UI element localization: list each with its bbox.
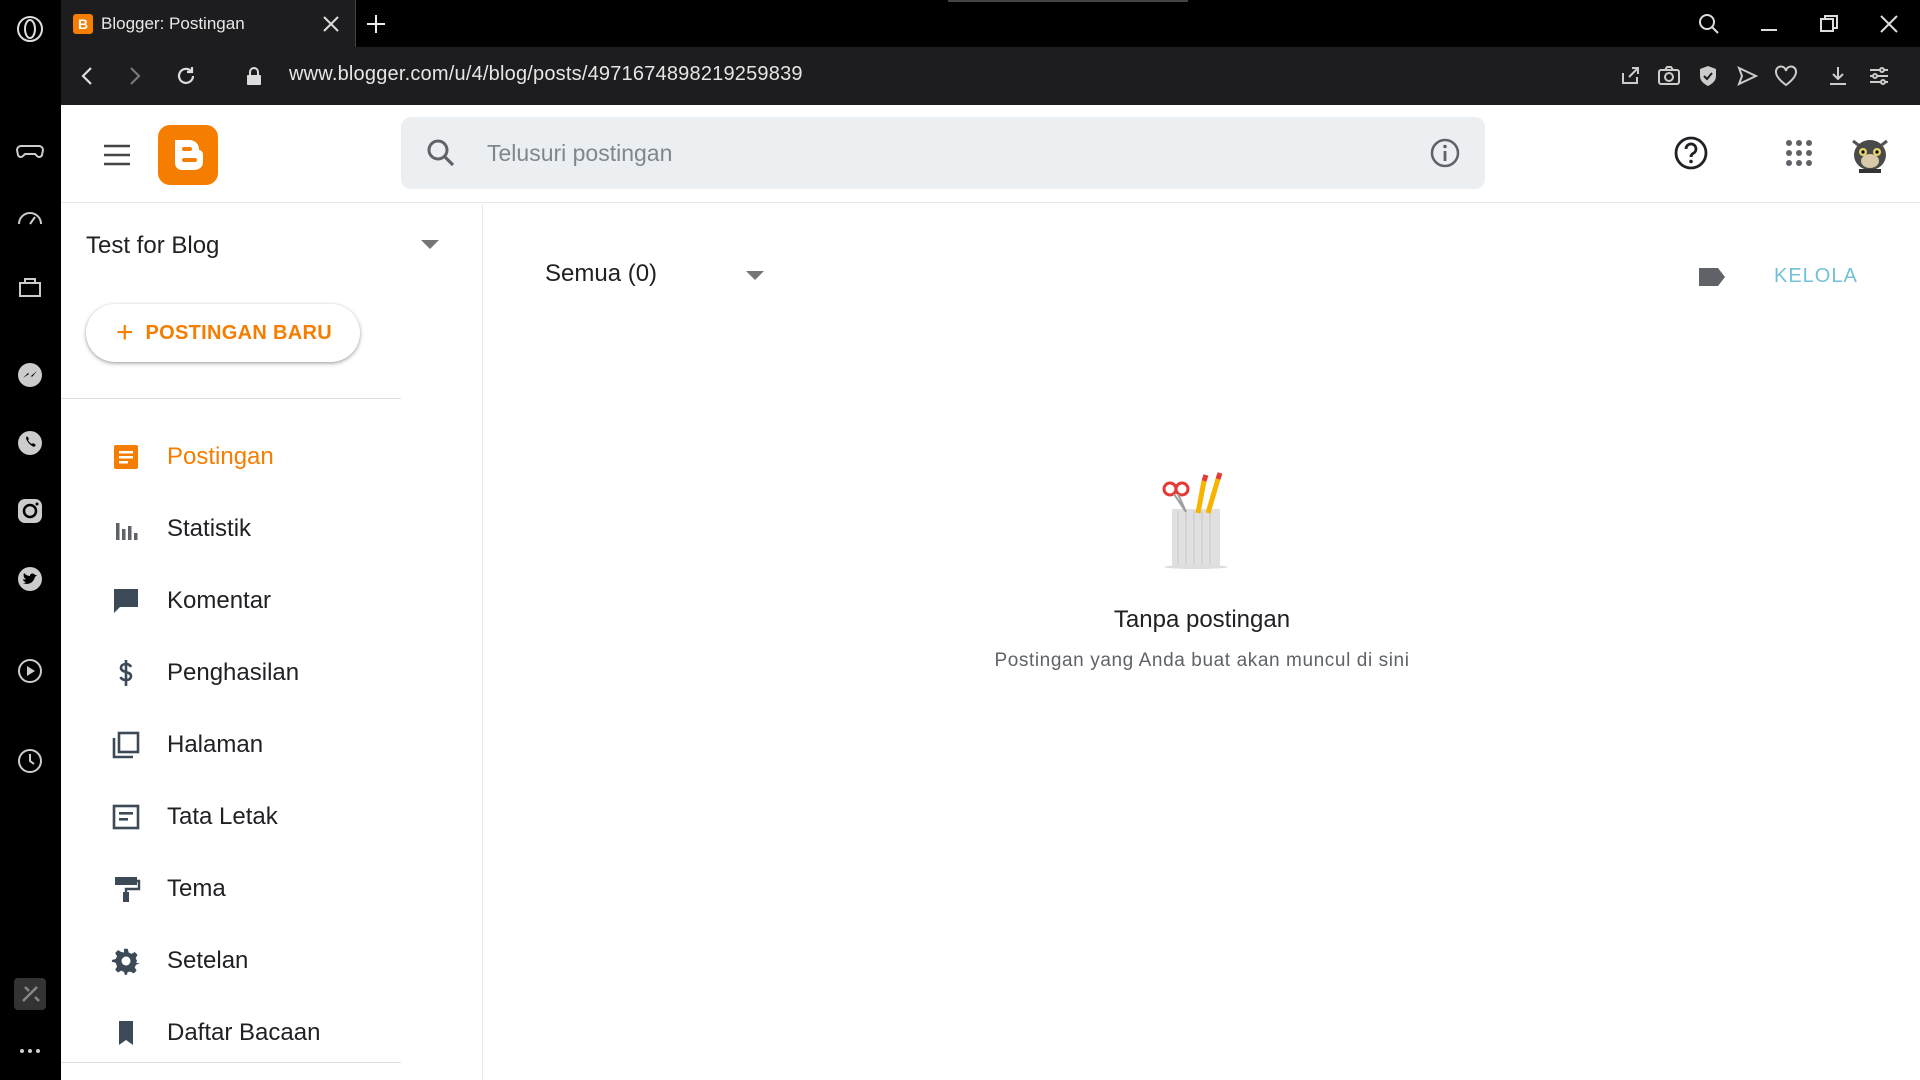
nav-divider	[61, 1062, 401, 1063]
posts-icon	[114, 445, 138, 469]
post-filter-dropdown[interactable]: Semua (0)	[545, 260, 657, 288]
sidebar-item-tata-letak[interactable]: Tata Letak	[61, 787, 401, 847]
blogger-page: Test for Blog + POSTINGAN BARU Postingan…	[61, 105, 1920, 1080]
twitter-icon[interactable]	[15, 564, 45, 594]
sidebar-item-label: Komentar	[167, 587, 272, 614]
label-icon[interactable]	[1697, 266, 1727, 288]
messenger-icon[interactable]	[15, 360, 45, 390]
easy-setup-icon[interactable]	[1865, 62, 1893, 90]
search-icon[interactable]	[425, 137, 457, 169]
address-bar: www.blogger.com/u/4/blog/posts/497167489…	[61, 47, 1920, 105]
adblock-shield-icon[interactable]	[1694, 62, 1722, 90]
nav-divider	[61, 398, 401, 399]
manage-labels-button[interactable]: KELOLA	[1774, 265, 1858, 288]
new-tab-icon[interactable]	[361, 9, 391, 39]
tab-title: Blogger: Postingan	[101, 13, 245, 33]
sidebar-item-komentar[interactable]: Komentar	[61, 571, 401, 631]
blogger-favicon-icon: B	[73, 13, 93, 34]
minimize-icon[interactable]	[1753, 8, 1785, 40]
new-post-label: POSTINGAN BARU	[145, 321, 332, 344]
sidebar-item-label: Postingan	[167, 443, 274, 470]
tab-bar: B Blogger: Postingan	[61, 0, 1920, 47]
new-post-button[interactable]: + POSTINGAN BARU	[86, 304, 360, 362]
blog-selector[interactable]: Test for Blog	[86, 232, 219, 260]
sidebar-item-label: Setelan	[167, 947, 249, 974]
send-icon[interactable]	[1733, 62, 1761, 90]
whatsapp-icon[interactable]	[15, 428, 45, 458]
reload-icon[interactable]	[171, 61, 201, 91]
restore-icon[interactable]	[1813, 8, 1845, 40]
share-icon[interactable]	[1616, 62, 1644, 90]
sidebar-item-halaman[interactable]: Halaman	[61, 715, 401, 775]
avatar[interactable]	[1845, 127, 1895, 177]
menu-icon[interactable]	[99, 137, 135, 173]
back-icon[interactable]	[73, 61, 103, 91]
left-navigation: Test for Blog + POSTINGAN BARU Postingan…	[61, 204, 483, 1080]
speed-dial-icon[interactable]	[15, 204, 45, 234]
sidebar-item-label: Halaman	[167, 731, 264, 758]
stats-icon	[116, 523, 138, 540]
opera-logo-icon[interactable]	[15, 14, 45, 44]
sidebar-item-postingan[interactable]: Postingan	[61, 427, 401, 487]
empty-state-title: Tanpa postingan	[1113, 606, 1291, 633]
empty-state-subtitle: Postingan yang Anda buat akan muncul di …	[994, 650, 1410, 671]
url-field[interactable]: www.blogger.com/u/4/blog/posts/497167489…	[289, 63, 803, 86]
player-icon[interactable]	[15, 656, 45, 686]
paint-roller-icon	[115, 877, 141, 902]
drag-strip	[948, 0, 1188, 2]
sidebar-item-label: Statistik	[167, 515, 252, 542]
help-icon[interactable]	[1671, 133, 1711, 173]
apps-grid-icon[interactable]	[1781, 135, 1817, 171]
gear-icon	[111, 948, 140, 975]
tools-icon[interactable]	[14, 978, 46, 1010]
sidebar-item-label: Tata Letak	[167, 803, 278, 830]
dollar-icon	[119, 660, 133, 686]
search-input[interactable]	[487, 135, 1387, 171]
heart-icon[interactable]	[1772, 62, 1800, 90]
info-icon[interactable]	[1429, 137, 1461, 169]
snapshot-icon[interactable]	[1655, 62, 1683, 90]
lock-icon[interactable]	[239, 61, 269, 91]
pencil-cup-illustration-icon	[1162, 472, 1228, 569]
gamepad-icon[interactable]	[15, 136, 45, 166]
sidebar-item-label: Tema	[167, 875, 226, 902]
workspace-icon[interactable]	[15, 272, 45, 302]
close-window-icon[interactable]	[1873, 8, 1905, 40]
blogger-logo-icon[interactable]	[158, 125, 218, 185]
blog-selector-caret-icon[interactable]	[421, 240, 439, 249]
posts-content: Semua (0) KELOLA Tanpa postingan Posting…	[484, 204, 1920, 1080]
sidebar-item-daftar-bacaan[interactable]: Daftar Bacaan	[61, 1003, 401, 1063]
more-icon[interactable]	[15, 1036, 45, 1066]
browser-tab[interactable]: B Blogger: Postingan	[61, 0, 356, 47]
opera-sidebar	[0, 0, 61, 1080]
search-box[interactable]	[401, 117, 1485, 189]
layout-icon	[112, 804, 140, 830]
sidebar-item-setelan[interactable]: Setelan	[61, 931, 401, 991]
blogger-header	[61, 105, 1920, 203]
tab-search-icon[interactable]	[1693, 8, 1725, 40]
download-icon[interactable]	[1824, 62, 1852, 90]
sidebar-item-statistik[interactable]: Statistik	[61, 499, 401, 559]
history-icon[interactable]	[15, 746, 45, 776]
sidebar-item-label: Penghasilan	[167, 659, 300, 686]
filter-caret-icon[interactable]	[746, 271, 764, 280]
sidebar-item-penghasilan[interactable]: Penghasilan	[61, 643, 401, 703]
instagram-icon[interactable]	[15, 496, 45, 526]
bookmark-icon	[119, 1021, 133, 1045]
forward-icon[interactable]	[119, 61, 149, 91]
pages-icon	[112, 731, 140, 759]
tab-close-icon[interactable]	[317, 10, 345, 38]
sidebar-item-label: Daftar Bacaan	[167, 1019, 321, 1046]
plus-icon: +	[116, 316, 134, 349]
comment-icon	[114, 589, 138, 613]
sidebar-item-tema[interactable]: Tema	[61, 859, 401, 919]
